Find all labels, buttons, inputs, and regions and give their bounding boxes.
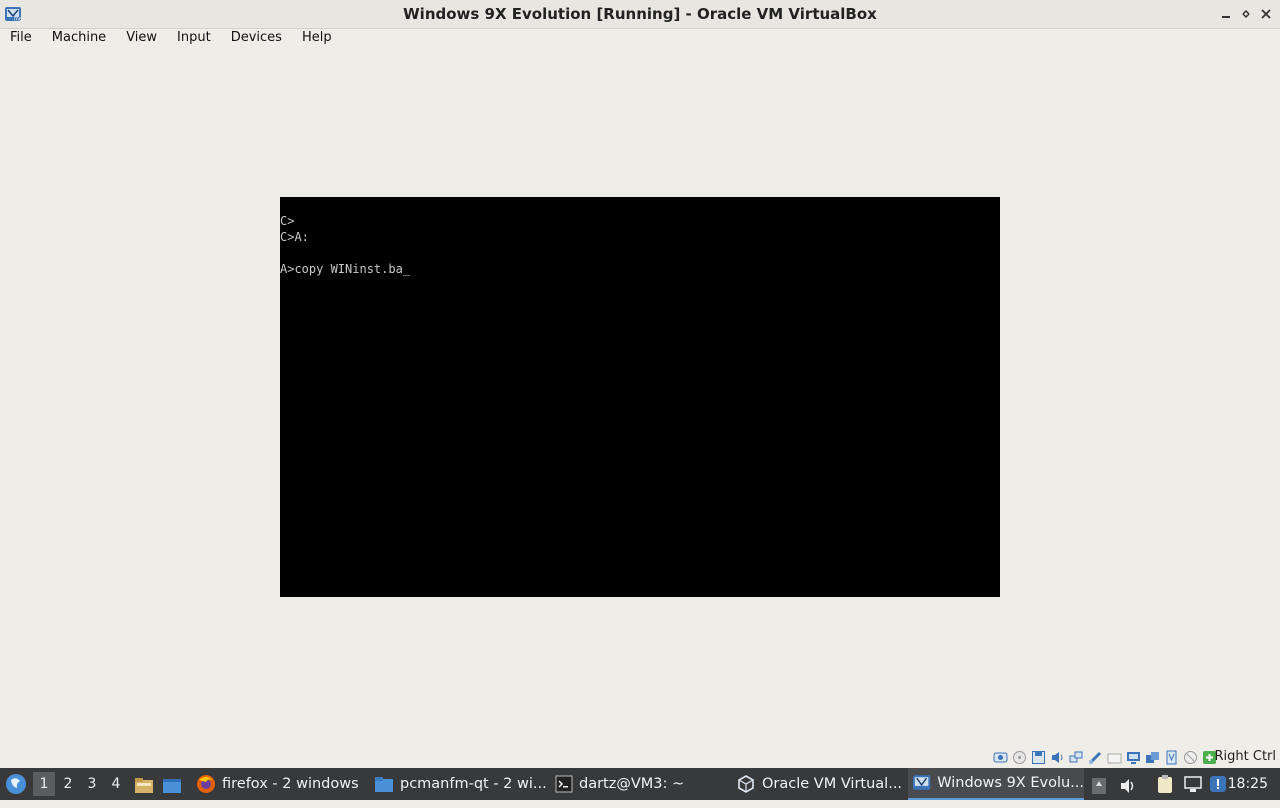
maximize-button[interactable] [1238, 6, 1254, 22]
video-capture-icon[interactable] [1145, 750, 1160, 765]
close-button[interactable] [1258, 6, 1274, 22]
mouse-integration-icon[interactable] [1183, 750, 1198, 765]
vm-screen[interactable]: C> C>A: A>copy WINinst.ba_ [280, 197, 1000, 597]
start-menu-icon[interactable] [4, 772, 28, 796]
console-line: C> [280, 214, 295, 228]
terminal-icon [555, 775, 573, 793]
menu-help[interactable]: Help [292, 28, 342, 48]
host-key-label: Right Ctrl [1214, 749, 1277, 764]
task-label: Oracle VM Virtual... [762, 776, 903, 792]
hard-disk-icon[interactable] [993, 750, 1008, 765]
menu-view[interactable]: View [116, 28, 167, 48]
task-terminal[interactable]: dartz@VM3: ~ [551, 768, 725, 800]
menu-bar: File Machine View Input Devices Help [0, 28, 1280, 48]
task-label: Windows 9X Evolu... [937, 775, 1084, 791]
console-line: C>A: [280, 230, 309, 244]
tray-indicator-icon[interactable] [1091, 775, 1107, 794]
optical-drive-icon[interactable] [1012, 750, 1027, 765]
task-virtualbox-manager[interactable]: Oracle VM Virtual... [732, 768, 906, 800]
audio-icon[interactable] [1050, 750, 1065, 765]
virtualbox-vm-icon [912, 775, 931, 790]
update-notifier-icon[interactable] [1208, 774, 1228, 794]
volume-icon[interactable] [1119, 775, 1137, 793]
shared-folders-icon[interactable] [1107, 750, 1122, 765]
clipboard-icon[interactable] [1156, 774, 1174, 794]
network-icon[interactable] [1069, 750, 1084, 765]
desktop-switch-4[interactable]: 4 [105, 772, 127, 796]
cpu-icon[interactable] [1164, 750, 1179, 765]
folder-icon [375, 777, 393, 792]
virtualbox-icon [738, 775, 754, 793]
firefox-icon [197, 775, 215, 793]
task-windows-9x-evolution[interactable]: Windows 9X Evolu... [908, 768, 1084, 800]
status-bar: Right Ctrl [0, 747, 1280, 767]
task-label: pcmanfm-qt - 2 wi... [400, 776, 547, 792]
menu-input[interactable]: Input [167, 28, 221, 48]
task-pcmanfm[interactable]: pcmanfm-qt - 2 wi... [370, 768, 549, 800]
show-desktop-icon[interactable] [162, 775, 182, 793]
desktop-switch-1[interactable]: 1 [33, 772, 55, 796]
floppy-drive-icon[interactable] [1031, 750, 1046, 765]
display-icon[interactable] [1126, 750, 1141, 765]
network-tray-icon[interactable] [1183, 774, 1203, 794]
title-bar: me Windows 9X Evolution [Running] - Orac… [0, 0, 1280, 29]
clock[interactable]: 18:25 [1228, 768, 1268, 800]
desktop-switch-3[interactable]: 3 [81, 772, 103, 796]
console-line: A>copy WINinst.ba_ [280, 262, 411, 276]
file-manager-launcher-icon[interactable] [134, 775, 154, 793]
minimize-button[interactable] [1218, 6, 1234, 22]
task-label: dartz@VM3: ~ [579, 776, 685, 792]
menu-devices[interactable]: Devices [221, 28, 292, 48]
window-title: Windows 9X Evolution [Running] - Oracle … [403, 5, 877, 23]
taskbar: 1 2 3 4 firefox - 2 windows pcmanfm-qt -… [0, 768, 1280, 800]
desktop-switch-2[interactable]: 2 [57, 772, 79, 796]
menu-file[interactable]: File [0, 28, 42, 48]
usb-icon[interactable] [1088, 750, 1103, 765]
menu-machine[interactable]: Machine [42, 28, 116, 48]
task-label: firefox - 2 windows [222, 776, 359, 792]
task-firefox[interactable]: firefox - 2 windows [192, 768, 366, 800]
